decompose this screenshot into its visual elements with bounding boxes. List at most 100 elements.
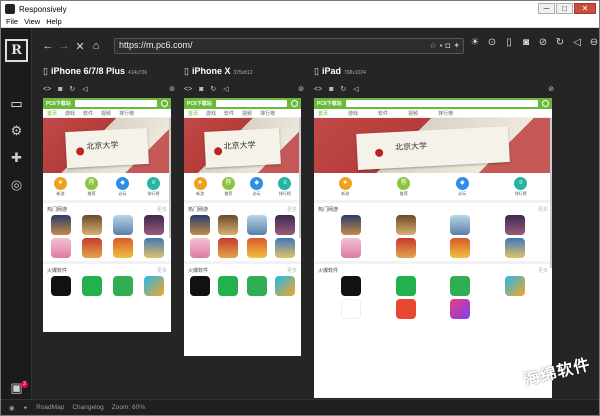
globe-icon[interactable]: ◎ bbox=[9, 177, 24, 192]
url-text: https://m.pc6.com/ bbox=[119, 40, 193, 50]
window-title: Responsively bbox=[19, 4, 67, 14]
code-icon[interactable]: <> bbox=[184, 86, 192, 93]
site-search[interactable] bbox=[74, 100, 157, 107]
site-tab[interactable]: 首页 bbox=[188, 110, 198, 117]
maximize-button[interactable]: □ bbox=[556, 3, 573, 14]
home-icon[interactable]: ⌂ bbox=[88, 40, 104, 52]
sound-icon[interactable]: ◁ bbox=[570, 37, 584, 48]
toolbar: ← → ✕ ⌂ https://m.pc6.com/ ☆ ▪ ◘ ✦ ☀ ⊙ ▯… bbox=[32, 28, 599, 64]
category-must[interactable]: ◆ 必玩 bbox=[455, 177, 469, 197]
zoom-out-icon[interactable]: ⊖ bbox=[587, 37, 599, 48]
code-icon[interactable]: <> bbox=[314, 86, 322, 93]
site-tab[interactable]: 软件 bbox=[224, 110, 234, 117]
scrollbar[interactable] bbox=[299, 118, 301, 238]
more-link[interactable]: 更多 bbox=[157, 206, 167, 213]
site-tab[interactable]: 视频 bbox=[101, 110, 111, 117]
more-link[interactable]: 更多 bbox=[157, 267, 167, 274]
menu-view[interactable]: View bbox=[24, 17, 40, 27]
hot-games-title: 热门网游 bbox=[47, 207, 68, 213]
category-recommend[interactable]: 荐推荐 bbox=[85, 177, 98, 197]
mouse-icon[interactable]: ▯ bbox=[502, 37, 516, 48]
devices-icon[interactable]: ▭ bbox=[9, 96, 24, 111]
sound-icon[interactable]: ◁ bbox=[223, 85, 228, 93]
screenshot-icon[interactable]: ◙ bbox=[58, 86, 62, 93]
screenshot-icon[interactable]: ◙ bbox=[199, 86, 203, 93]
site-search[interactable] bbox=[215, 100, 287, 107]
sound-icon[interactable]: ◁ bbox=[353, 85, 358, 93]
more-link[interactable]: 更多 bbox=[538, 267, 548, 274]
screenshot-icon[interactable]: ◙ bbox=[329, 86, 333, 93]
sound-icon[interactable]: ◁ bbox=[82, 85, 87, 93]
rotate-icon[interactable]: ↻ bbox=[69, 85, 75, 93]
menu-file[interactable]: File bbox=[6, 17, 18, 27]
site-tab[interactable]: 游戏 bbox=[348, 110, 358, 117]
site-tab[interactable]: 游戏 bbox=[65, 110, 75, 117]
clear-cache-icon[interactable]: ◘ bbox=[445, 41, 450, 50]
rotate-icon[interactable]: ↻ bbox=[210, 85, 216, 93]
site-tab[interactable]: 首页 bbox=[318, 110, 328, 117]
status-bar: ◉ ✦ RoadMap Changelog Zoom: 60% bbox=[1, 399, 599, 415]
preview-layout-icon[interactable]: ⊘ bbox=[536, 37, 550, 48]
device-screen[interactable]: PC6下载站 首页 游戏 软件 视频 排行榜 北京大学 ★ 新游 荐推荐 ◆ 必玩 ≡ 排行榜… bbox=[184, 98, 301, 356]
disable-icon[interactable]: ⊘ bbox=[298, 85, 304, 93]
camera-icon[interactable]: ◙ bbox=[519, 37, 533, 48]
extensions-icon[interactable]: ✚ bbox=[9, 150, 24, 165]
category-new[interactable]: ★ 新游 bbox=[193, 177, 207, 197]
twitter-icon[interactable]: ✦ bbox=[23, 404, 28, 412]
category-rank[interactable]: ≡ 排行榜 bbox=[147, 177, 160, 197]
stop-icon[interactable]: ✕ bbox=[72, 40, 88, 53]
banner-image[interactable]: 北京大学 bbox=[43, 118, 171, 173]
category-rank[interactable]: ≡ 排行榜 bbox=[278, 177, 292, 197]
site-tab[interactable]: 视频 bbox=[242, 110, 252, 117]
hot-apps-title: 火爆软件 bbox=[318, 268, 339, 274]
site-search[interactable] bbox=[345, 100, 538, 107]
site-tab[interactable]: 排行榜 bbox=[119, 110, 134, 117]
rotate-icon[interactable]: ↻ bbox=[340, 85, 346, 93]
site-tab[interactable]: 视频 bbox=[408, 110, 418, 117]
user-icon[interactable] bbox=[161, 100, 168, 107]
disable-icon[interactable]: ⊘ bbox=[548, 85, 554, 93]
address-bar[interactable]: https://m.pc6.com/ ☆ ▪ ◘ ✦ bbox=[114, 38, 464, 54]
user-icon[interactable] bbox=[542, 100, 549, 107]
category-recommend[interactable]: 荐推荐 bbox=[221, 177, 235, 197]
site-tab[interactable]: 游戏 bbox=[206, 110, 216, 117]
more-link[interactable]: 更多 bbox=[287, 206, 297, 213]
forward-icon[interactable]: → bbox=[56, 40, 72, 52]
site-tab[interactable]: 首页 bbox=[47, 110, 57, 117]
category-new[interactable]: ★ 新游 bbox=[338, 177, 352, 197]
github-icon[interactable]: ◉ bbox=[9, 404, 15, 412]
category-must[interactable]: ◆ 必玩 bbox=[116, 177, 129, 197]
inspect-icon[interactable]: ⊙ bbox=[485, 37, 499, 48]
site-tab[interactable]: 排行榜 bbox=[260, 110, 275, 117]
close-button[interactable]: ✕ bbox=[574, 3, 596, 14]
changelog-link[interactable]: Changelog bbox=[72, 404, 103, 411]
scrollbar[interactable] bbox=[550, 118, 552, 268]
device-screen[interactable]: PC6下载站 首页 游戏 软件 视频 排行榜 北京大学 ★ 新游 荐推荐 ◆ 必玩 ≡ 排行榜… bbox=[314, 98, 552, 398]
theme-icon[interactable]: ☀ bbox=[468, 37, 482, 48]
site-tab[interactable]: 排行榜 bbox=[438, 110, 453, 117]
rotate-icon[interactable]: ↻ bbox=[553, 37, 567, 48]
device-screen[interactable]: PC6下载站 首页 游戏 软件 视频 排行榜 北京大学 ★ 新游 荐推荐 ◆ 必玩 ≡ 排行榜… bbox=[43, 98, 171, 332]
site-tab[interactable]: 软件 bbox=[83, 110, 93, 117]
more-link[interactable]: 更多 bbox=[538, 206, 548, 213]
minimize-button[interactable]: ─ bbox=[538, 3, 555, 14]
disable-icon[interactable]: ⊘ bbox=[169, 85, 175, 93]
devtools-icon[interactable]: ✦ bbox=[453, 41, 460, 50]
banner-image[interactable]: 北京大学 bbox=[314, 118, 552, 173]
category-must[interactable]: ◆ 必玩 bbox=[250, 177, 264, 197]
category-rank[interactable]: ≡ 排行榜 bbox=[514, 177, 528, 197]
delete-cookies-icon[interactable]: ▪ bbox=[440, 41, 443, 50]
banner-image[interactable]: 北京大学 bbox=[184, 118, 301, 173]
more-link[interactable]: 更多 bbox=[287, 267, 297, 274]
back-icon[interactable]: ← bbox=[40, 40, 56, 52]
category-recommend[interactable]: 荐推荐 bbox=[397, 177, 411, 197]
gear-icon[interactable]: ⚙ bbox=[9, 123, 24, 138]
site-tab[interactable]: 软件 bbox=[378, 110, 388, 117]
code-icon[interactable]: <> bbox=[43, 86, 51, 93]
star-icon[interactable]: ☆ bbox=[429, 41, 436, 50]
menu-help[interactable]: Help bbox=[46, 17, 61, 27]
scrollbar[interactable] bbox=[169, 118, 171, 238]
category-new[interactable]: ★ 新游 bbox=[54, 177, 67, 197]
roadmap-link[interactable]: RoadMap bbox=[36, 404, 64, 411]
user-icon[interactable] bbox=[291, 100, 298, 107]
